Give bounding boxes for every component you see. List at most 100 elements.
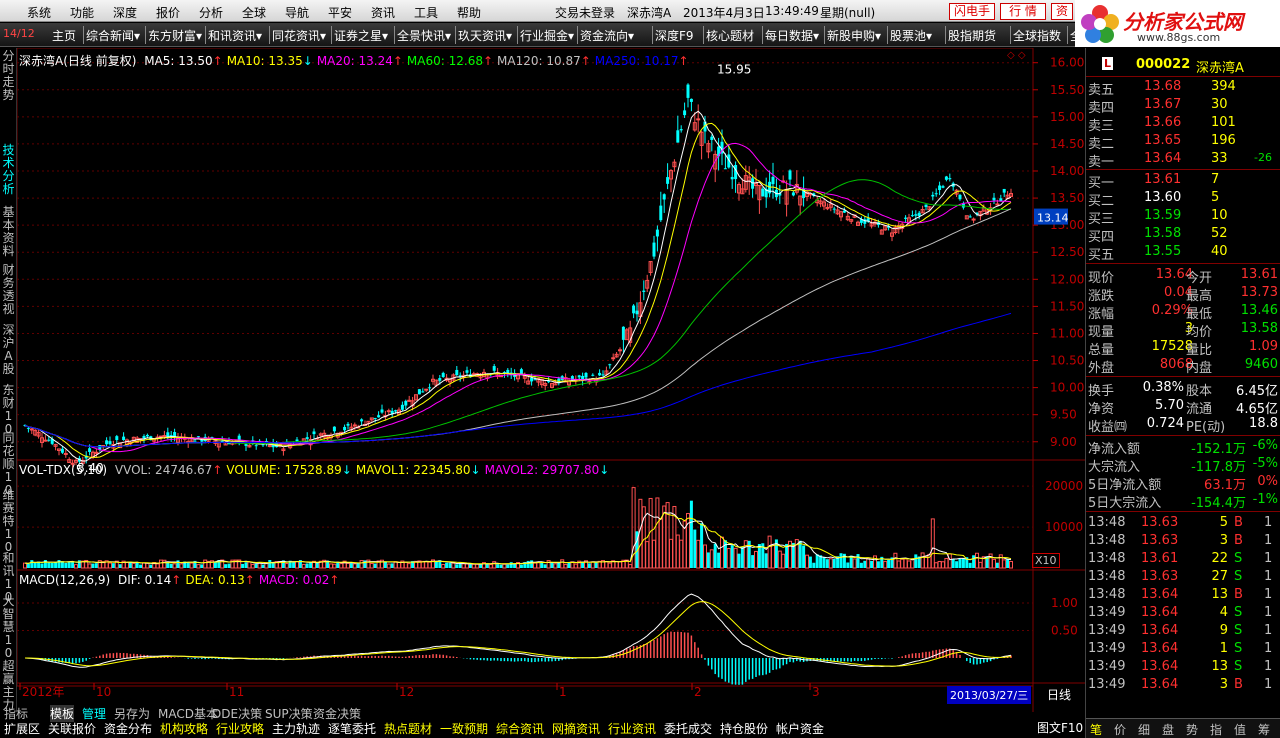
toolbar-item[interactable]: 行业掘金▾: [520, 27, 574, 44]
toolbar-item[interactable]: 主页: [52, 27, 76, 44]
toolbar-separator: [887, 26, 888, 44]
left-tab[interactable]: 深沪A股: [1, 324, 16, 376]
candle-body: [686, 84, 690, 98]
quote-panel-tab[interactable]: 笔: [1090, 721, 1102, 738]
function-tab[interactable]: 热点题材: [384, 720, 432, 737]
function-tab[interactable]: 网摘资讯: [552, 720, 600, 737]
candle-body: [696, 118, 701, 121]
quote-panel-tab[interactable]: 价: [1114, 721, 1126, 738]
menu-item[interactable]: 分析: [199, 4, 223, 21]
tick-side: S: [1234, 551, 1243, 566]
info-button[interactable]: 资: [1051, 3, 1073, 20]
left-tab[interactable]: 财务透视: [1, 264, 16, 316]
quote-panel-tab[interactable]: 盘: [1162, 721, 1174, 738]
toolbar-item[interactable]: 玖天资讯▾: [458, 27, 512, 44]
stat-row: 现价 13.64 今开 13.61: [1086, 266, 1280, 286]
volume-unit-label: X10: [1032, 553, 1060, 568]
menu-item[interactable]: 功能: [70, 4, 94, 21]
volume-bar: [128, 562, 132, 568]
stat-row: 现量 3 均价 13.58: [1086, 320, 1280, 340]
volume-bar: [658, 518, 663, 569]
volume-bar: [604, 561, 609, 569]
volume-bar: [706, 552, 710, 568]
menu-item[interactable]: 报价: [156, 4, 180, 21]
toolbar-item[interactable]: 深度F9: [655, 27, 694, 44]
toolbar-item[interactable]: 核心题材: [706, 27, 754, 44]
stat-value: 13.46: [1240, 303, 1278, 318]
function-tab[interactable]: 委托成交: [664, 720, 712, 737]
toolbar-item[interactable]: 证券之星▾: [334, 27, 388, 44]
toolbar-item[interactable]: 全: [1070, 27, 1082, 44]
menu-item[interactable]: 工具: [414, 4, 438, 21]
volume-bar: [717, 552, 721, 568]
function-tab[interactable]: 持仓股份: [720, 720, 768, 737]
toolbar-item[interactable]: 资金流向▾: [580, 27, 634, 44]
quote-button[interactable]: 行 情: [1000, 3, 1046, 20]
function-tab[interactable]: 机构攻略: [160, 720, 208, 737]
function-tab[interactable]: 一致预期: [440, 720, 488, 737]
volume-bar: [50, 562, 54, 568]
volume-bar: [386, 563, 391, 569]
volume-bar: [866, 557, 871, 569]
flash-trade-button[interactable]: 闪电手: [949, 3, 995, 20]
quote-panel-tab[interactable]: 筹: [1258, 721, 1270, 738]
function-tab[interactable]: 关联报价: [48, 720, 96, 737]
volume-bar: [108, 562, 112, 569]
function-tab[interactable]: 资金分布: [104, 720, 152, 737]
menu-item[interactable]: 导航: [285, 4, 309, 21]
volume-bar: [798, 540, 802, 568]
volume-bar: [992, 558, 996, 569]
quote-panel-tab[interactable]: 势: [1186, 721, 1198, 738]
quote-panel-tab[interactable]: 值: [1234, 721, 1246, 738]
toolbar-item[interactable]: 综合新闻▾: [86, 27, 140, 44]
menu-item[interactable]: 帮助: [457, 4, 481, 21]
left-tab[interactable]: 基本资料: [1, 206, 16, 258]
tick-volume: 5: [1219, 515, 1228, 530]
toolbar-item[interactable]: 新股申购▾: [827, 27, 881, 44]
candle-body: [958, 194, 962, 200]
trend-arrow-icon: ↓: [341, 463, 352, 477]
period-label[interactable]: 日线: [1047, 686, 1071, 703]
left-tab[interactable]: 大智慧10: [1, 595, 16, 660]
menu-item[interactable]: 平安: [328, 4, 352, 21]
menu-item[interactable]: 全球: [242, 4, 266, 21]
function-tab[interactable]: 逐笔委托: [328, 720, 376, 737]
left-tab[interactable]: 东财10: [1, 384, 16, 436]
main-chart-header: 深赤湾A(日线 前复权) MA5: 13.50↑ MA10: 13.35↓ MA20…: [19, 52, 689, 69]
ask-change: -26: [1254, 151, 1272, 164]
menu-item[interactable]: 资讯: [371, 4, 395, 21]
volume-bar: [499, 564, 503, 568]
volume-bar: [461, 563, 466, 569]
toolbar-item[interactable]: 每日数据▾: [765, 27, 819, 44]
toolbar-item[interactable]: 股指期货: [948, 27, 996, 44]
toolbar-item[interactable]: 股票池▾: [890, 27, 932, 44]
toolbar-item[interactable]: 全球指数: [1013, 27, 1061, 44]
toolbar-item[interactable]: 全景快讯▾: [397, 27, 451, 44]
function-tab[interactable]: 综合资讯: [496, 720, 544, 737]
tick-row: 13:48 13.63 27 S 1: [1086, 568, 1280, 586]
left-tab[interactable]: 分时走势: [1, 50, 16, 102]
volume-bar: [726, 548, 731, 569]
function-tab[interactable]: 行业攻略: [216, 720, 264, 737]
f10-button[interactable]: 图文F10: [1037, 719, 1083, 736]
quote-panel-tab[interactable]: 指: [1210, 721, 1222, 738]
function-tab[interactable]: 扩展区: [4, 720, 40, 737]
volume-bar: [47, 562, 51, 568]
flow-divider: [1086, 435, 1280, 436]
toolbar-item[interactable]: 同花资讯▾: [272, 27, 326, 44]
vol-indicator-label: MAVOL2: 29707.80: [484, 463, 600, 477]
left-tab[interactable]: 维赛特10: [1, 489, 16, 554]
quote-panel-tab[interactable]: 细: [1138, 721, 1150, 738]
toolbar-item[interactable]: 和讯资讯▾: [208, 27, 262, 44]
menu-item[interactable]: 系统: [27, 4, 51, 21]
menu-item[interactable]: 深度: [113, 4, 137, 21]
function-tab[interactable]: 行业资讯: [608, 720, 656, 737]
volume-bar: [740, 546, 744, 568]
toolbar-item[interactable]: 东方财富▾: [148, 27, 202, 44]
function-tab[interactable]: 主力轨迹: [272, 720, 320, 737]
function-tab[interactable]: 帐户资金: [776, 720, 824, 737]
left-tab[interactable]: 技术分析: [1, 144, 16, 196]
macd-tick-label: 1.00: [1051, 596, 1078, 610]
current-price-tag-text: 13.14: [1037, 212, 1069, 225]
page-indicator: 14/12: [3, 27, 35, 40]
